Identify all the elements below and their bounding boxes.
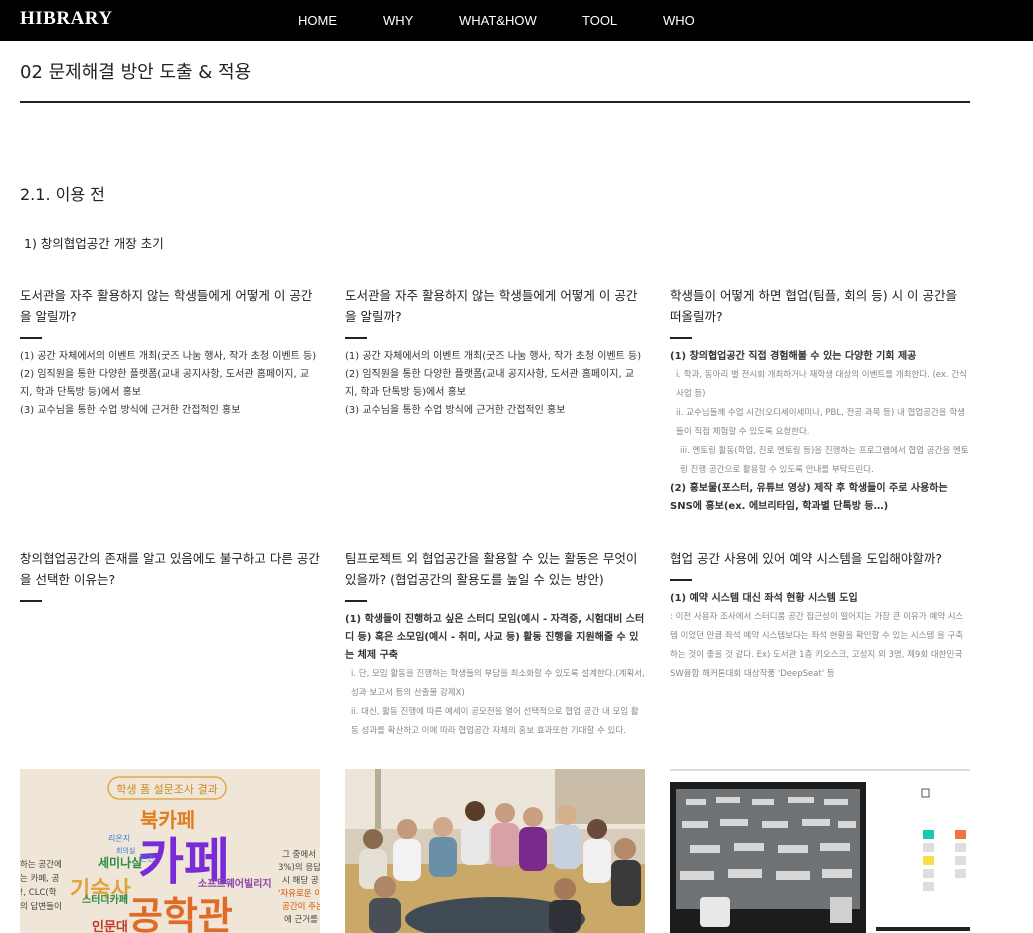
wordcloud-graphic: 학생 폼 설문조사 결과 북카페 카페 공학관 기숙사 세미나실 스터디카페 인… bbox=[20, 769, 320, 933]
card-note: : 이전 사용자 조사에서 스터디룸 공간 접근성이 떨어지는 가장 큰 이유가… bbox=[670, 611, 964, 679]
right-text-line: '자유로운 이 bbox=[278, 888, 320, 899]
card-line: (3) 교수님을 통한 수업 방식에 근거한 간접적인 홍보 bbox=[20, 404, 241, 416]
card-line: (2) 임직원을 통한 다양한 플랫폼(교내 공지사항, 도서관 홈페이지, 교… bbox=[345, 368, 635, 398]
word-seminar: 세미나실 bbox=[98, 855, 142, 870]
right-text-line: 에 근거를 bbox=[284, 915, 318, 925]
seat-status-screenshot bbox=[670, 769, 970, 933]
site-logo[interactable]: HIBRARY bbox=[20, 8, 113, 30]
word-lion: 리온지 bbox=[108, 834, 130, 843]
card-line: (1) 창의협업공간 직접 경험해볼 수 있는 다양한 기회 제공 bbox=[670, 350, 917, 362]
card-note: i. 단, 모임 활동을 진행하는 학생들의 부담을 최소화할 수 있도록 설계… bbox=[351, 668, 645, 698]
word-humanities: 인문대 bbox=[92, 919, 128, 933]
card-divider bbox=[20, 337, 42, 339]
card-line: (1) 학생들이 진행하고 싶은 스터디 모임(예시 - 자격증, 시험대비 스… bbox=[345, 613, 645, 661]
left-text-line: 는 카페, 공 bbox=[20, 873, 60, 884]
top-navigation-bar: HIBRARY HOME WHY WHAT&HOW TOOL WHO bbox=[0, 0, 1033, 41]
card-title: 팀프로젝트 외 협업공간을 활용할 수 있는 활동은 무엇이 있을까? (협업공… bbox=[345, 551, 638, 587]
word-main: 본관 bbox=[140, 853, 155, 863]
card-line: (1) 공간 자체에서의 이벤트 개최(굿즈 나눔 행사, 작가 초청 이벤트 … bbox=[345, 350, 642, 362]
card-divider bbox=[345, 337, 367, 339]
left-text-line: 하는 공간에 bbox=[20, 859, 62, 870]
card-divider bbox=[670, 337, 692, 339]
word-meeting: 회의실 bbox=[116, 846, 135, 855]
sub-title: 1) 창의협업공간 개장 초기 bbox=[24, 236, 164, 251]
right-text-line: 그 중에서 bbox=[282, 850, 316, 860]
card-note: i. 학과, 동아리 별 전시회 개최하거나 재학생 대상의 이벤트를 개최한다… bbox=[676, 369, 967, 399]
seat-status-graphic bbox=[670, 769, 970, 933]
title-divider bbox=[20, 101, 970, 103]
survey-wordcloud-image: 학생 폼 설문조사 결과 북카페 카페 공학관 기숙사 세미나실 스터디카페 인… bbox=[20, 769, 320, 933]
nav-why[interactable]: WHY bbox=[383, 13, 413, 28]
right-text-line: 3%)의 응답 bbox=[278, 862, 320, 873]
card-line: (1) 공간 자체에서의 이벤트 개최(굿즈 나눔 행사, 작가 초청 이벤트 … bbox=[20, 350, 317, 362]
word-engineering: 공학관 bbox=[128, 894, 233, 933]
right-text-line: 공간이 주는 bbox=[282, 901, 320, 912]
left-text-line: 의 답변들이 bbox=[20, 901, 62, 912]
word-bookcafe: 북카페 bbox=[140, 808, 195, 832]
wordcloud-banner: 학생 폼 설문조사 결과 bbox=[116, 783, 218, 796]
card-line: (1) 예약 시스템 대신 좌석 현황 시스템 도입 bbox=[670, 592, 858, 604]
card-line: (2) 홍보물(포스터, 유튜브 영상) 제작 후 학생들이 주로 사용하는 S… bbox=[670, 482, 948, 512]
card-line: (2) 임직원을 통한 다양한 플랫폼(교내 공지사항, 도서관 홈페이지, 교… bbox=[20, 368, 310, 398]
card-activities: 팀프로젝트 외 협업공간을 활용할 수 있는 활동은 무엇이 있을까? (협업공… bbox=[345, 548, 645, 741]
card-title: 학생들이 어떻게 하면 협업(팀플, 회의 등) 시 이 공간을 떠올릴까? bbox=[670, 288, 958, 324]
nav-tool[interactable]: TOOL bbox=[582, 13, 617, 28]
card-body: (1) 창의협업공간 직접 경험해볼 수 있는 다양한 기회 제공 i. 학과,… bbox=[670, 348, 970, 516]
right-text-line: 시 해당 공 bbox=[282, 875, 319, 886]
card-body: (1) 공간 자체에서의 이벤트 개최(굿즈 나눔 행사, 작가 초청 이벤트 … bbox=[345, 348, 645, 420]
group-photo-graphic bbox=[345, 769, 645, 933]
card-note: iii. 멘토링 활동(학업, 진로 멘토링 등)을 진행하는 프로그램에서 협… bbox=[680, 445, 969, 475]
word-swvillage: 소프트웨어빌리지 bbox=[198, 877, 272, 890]
card-promotion-1: 도서관을 자주 활용하지 않는 학생들에게 어떻게 이 공간을 알릴까? (1)… bbox=[20, 285, 320, 420]
card-title: 협업 공간 사용에 있어 예약 시스템을 도입해야할까? bbox=[670, 551, 942, 566]
group-meeting-photo bbox=[345, 769, 645, 933]
card-promotion-2: 도서관을 자주 활용하지 않는 학생들에게 어떻게 이 공간을 알릴까? (1)… bbox=[345, 285, 645, 420]
card-title: 도서관을 자주 활용하지 않는 학생들에게 어떻게 이 공간을 알릴까? bbox=[345, 288, 638, 324]
card-title: 창의협업공간의 존재를 알고 있음에도 불구하고 다른 공간을 선택한 이유는? bbox=[20, 551, 320, 587]
card-title: 도서관을 자주 활용하지 않는 학생들에게 어떻게 이 공간을 알릴까? bbox=[20, 288, 313, 324]
card-divider bbox=[20, 600, 42, 602]
card-body: (1) 학생들이 진행하고 싶은 스터디 모임(예시 - 자격증, 시험대비 스… bbox=[345, 611, 645, 741]
card-note: ii. 대신, 활동 진행에 따른 예세이 공모전을 열어 선택적으로 협업 공… bbox=[351, 706, 639, 736]
nav-home[interactable]: HOME bbox=[298, 13, 337, 28]
card-note: ii. 교수님들께 수업 시간(오디세이세미나, PBL, 전공 과목 등) 내… bbox=[676, 407, 965, 437]
card-body: (1) 공간 자체에서의 이벤트 개최(굿즈 나눔 행사, 작가 초청 이벤트 … bbox=[20, 348, 320, 420]
section-title: 2.1. 이용 전 bbox=[20, 185, 105, 204]
card-divider bbox=[670, 579, 692, 581]
card-reservation: 협업 공간 사용에 있어 예약 시스템을 도입해야할까? (1) 예약 시스템 … bbox=[670, 548, 970, 684]
word-studycafe: 스터디카페 bbox=[82, 893, 128, 906]
left-text-line: !, CLC(학 bbox=[20, 887, 57, 898]
card-line: (3) 교수님을 통한 수업 방식에 근거한 간접적인 홍보 bbox=[345, 404, 566, 416]
card-body: (1) 예약 시스템 대신 좌석 현황 시스템 도입 : 이전 사용자 조사에서… bbox=[670, 590, 970, 684]
nav-what-how[interactable]: WHAT&HOW bbox=[459, 13, 537, 28]
nav-who[interactable]: WHO bbox=[663, 13, 695, 28]
card-collaboration: 학생들이 어떻게 하면 협업(팀플, 회의 등) 시 이 공간을 떠올릴까? (… bbox=[670, 285, 970, 516]
page-title: 02 문제해결 방안 도출 & 적용 bbox=[20, 62, 252, 83]
card-other-space: 창의협업공간의 존재를 알고 있음에도 불구하고 다른 공간을 선택한 이유는? bbox=[20, 548, 320, 611]
card-divider bbox=[345, 600, 367, 602]
